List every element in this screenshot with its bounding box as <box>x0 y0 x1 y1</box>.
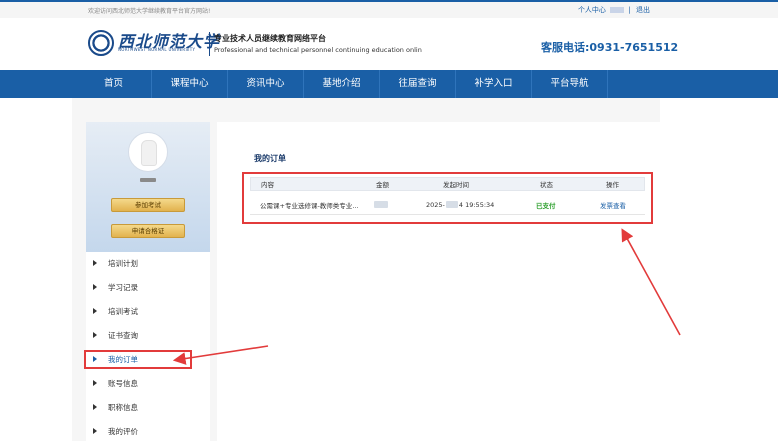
nav-item-makeup[interactable]: 补学入口 <box>456 70 532 98</box>
orders-panel: 我的订单 内容 金额 发起时间 状态 操作 公需课+专业选修课-教师类专业… 2… <box>217 122 660 441</box>
order-status: 已支付 <box>536 201 556 210</box>
triangle-right-icon <box>93 308 97 314</box>
top-bar: 欢迎访问西北师范大学继续教育平台官方网站! 个人中心 | 退出 <box>0 0 778 18</box>
triangle-right-icon <box>93 356 97 362</box>
username-redacted <box>140 178 156 182</box>
sidebar-item-training-exam[interactable]: 培训考试 <box>86 301 210 323</box>
order-content: 公需课+专业选修课-教师类专业… <box>260 201 359 210</box>
triangle-right-icon <box>93 404 97 410</box>
column-header-amount: 金额 <box>376 181 389 189</box>
sidebar-item-label: 账号信息 <box>108 379 138 388</box>
sidebar-item-training-plan[interactable]: 培训计划 <box>86 253 210 275</box>
sidebar-item-label: 我的评价 <box>108 427 138 436</box>
sidebar-item-account-info[interactable]: 账号信息 <box>86 373 210 395</box>
order-date-prefix: 2025- <box>426 200 445 209</box>
order-amount-redacted <box>374 195 388 214</box>
sidebar-item-certificate-query[interactable]: 证书查询 <box>86 325 210 347</box>
sidebar-item-label: 证书查询 <box>108 331 138 340</box>
triangle-right-icon <box>93 380 97 386</box>
column-header-content: 内容 <box>261 181 274 189</box>
triangle-right-icon <box>93 332 97 338</box>
platform-english-name: Professional and technical personnel con… <box>214 46 422 54</box>
table-row: 公需课+专业选修课-教师类专业… 2025- 4 19:55:34 已支付 发票… <box>250 195 645 215</box>
sidebar-item-title-info[interactable]: 职称信息 <box>86 397 210 419</box>
sidebar: 参加考试 申请合格证 培训计划 学习记录 培训考试 证书查询 我的订单 账号信息 <box>86 122 210 441</box>
university-logo-english: NORTHWEST NORMAL UNIVERSITY <box>118 47 196 52</box>
triangle-right-icon <box>93 428 97 434</box>
order-date-suffix: 4 19:55:34 <box>458 200 495 209</box>
column-header-action: 操作 <box>606 181 619 189</box>
service-hotline: 客服电话:0931-7651512 <box>541 41 679 54</box>
table-header: 内容 金额 发起时间 状态 操作 <box>250 177 645 191</box>
sidebar-item-label: 培训计划 <box>108 259 138 268</box>
personal-center-link[interactable]: 个人中心 <box>578 5 606 15</box>
user-figure-icon <box>141 140 157 166</box>
triangle-right-icon <box>93 260 97 266</box>
platform-name: 专业技术人员继续教育网络平台 <box>214 34 326 43</box>
separator: | <box>628 6 631 14</box>
invoice-view-link[interactable]: 发票查看 <box>600 195 626 214</box>
order-date-redacted <box>445 201 458 208</box>
nav-item-courses[interactable]: 课程中心 <box>152 70 228 98</box>
main-nav: 首页 课程中心 资讯中心 基地介绍 往届查询 补学入口 平台导航 <box>0 70 778 98</box>
sidebar-item-study-record[interactable]: 学习记录 <box>86 277 210 299</box>
sidebar-item-my-evaluation[interactable]: 我的评价 <box>86 421 210 443</box>
order-time: 2025- 4 19:55:34 <box>426 195 494 214</box>
site-header: 西北师范大学 NORTHWEST NORMAL UNIVERSITY 专业技术人… <box>0 18 778 70</box>
sidebar-item-label: 职称信息 <box>108 403 138 412</box>
logout-link[interactable]: 退出 <box>636 5 650 15</box>
take-exam-button[interactable]: 参加考试 <box>111 198 185 212</box>
avatar[interactable] <box>128 132 168 172</box>
nav-item-news[interactable]: 资讯中心 <box>228 70 304 98</box>
top-links: 个人中心 | 退出 <box>578 5 650 15</box>
orders-title: 我的订单 <box>254 154 286 163</box>
profile-card: 参加考试 申请合格证 <box>86 122 210 252</box>
logo-divider <box>209 32 210 56</box>
column-header-time: 发起时间 <box>443 181 469 189</box>
nav-item-platform-nav[interactable]: 平台导航 <box>532 70 608 98</box>
triangle-right-icon <box>93 284 97 290</box>
apply-certificate-button[interactable]: 申请合格证 <box>111 224 185 238</box>
sidebar-item-label: 学习记录 <box>108 283 138 292</box>
sidebar-item-label: 我的订单 <box>108 355 138 364</box>
column-header-status: 状态 <box>540 181 553 189</box>
nav-item-past-query[interactable]: 往届查询 <box>380 70 456 98</box>
username-redacted <box>610 7 625 13</box>
welcome-text: 欢迎访问西北师范大学继续教育平台官方网站! <box>88 8 211 15</box>
university-seal-icon[interactable] <box>88 30 114 56</box>
nav-item-home[interactable]: 首页 <box>76 70 152 98</box>
sidebar-item-label: 培训考试 <box>108 307 138 316</box>
sidebar-item-my-orders[interactable]: 我的订单 <box>86 349 210 371</box>
nav-item-base-intro[interactable]: 基地介绍 <box>304 70 380 98</box>
